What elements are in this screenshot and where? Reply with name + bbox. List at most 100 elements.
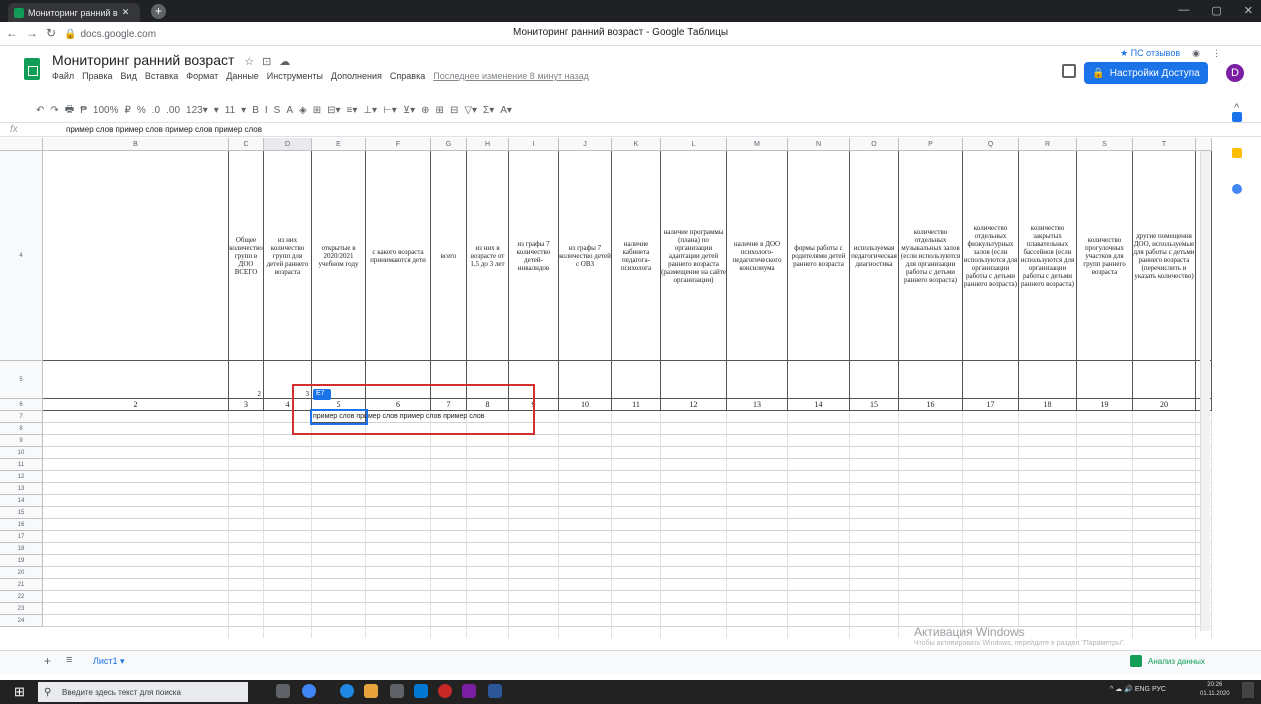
column-number-cell[interactable]: 16 xyxy=(899,399,963,411)
calendar-icon[interactable] xyxy=(1232,112,1242,122)
empty-cell[interactable] xyxy=(899,435,963,447)
column-number-cell[interactable]: 15 xyxy=(850,399,899,411)
empty-cell[interactable] xyxy=(366,603,431,615)
empty-cell[interactable] xyxy=(366,435,431,447)
empty-cell[interactable] xyxy=(727,615,788,627)
toolbar-item[interactable]: ⊕ xyxy=(421,105,429,116)
column-header[interactable]: N xyxy=(788,138,850,151)
empty-cell[interactable] xyxy=(1077,519,1133,531)
row-header[interactable]: 16 xyxy=(0,519,43,531)
empty-cell[interactable] xyxy=(788,447,850,459)
empty-cell[interactable] xyxy=(467,471,509,483)
empty-cell[interactable] xyxy=(366,507,431,519)
empty-cell[interactable] xyxy=(727,495,788,507)
empty-cell[interactable] xyxy=(43,411,229,423)
empty-cell[interactable] xyxy=(727,483,788,495)
empty-cell[interactable] xyxy=(467,495,509,507)
column-header[interactable]: L xyxy=(661,138,727,151)
empty-cell[interactable] xyxy=(727,603,788,615)
column-number-cell[interactable]: 2 xyxy=(43,399,229,411)
empty-cell[interactable] xyxy=(788,615,850,627)
empty-cell[interactable] xyxy=(850,411,899,423)
toolbar-item[interactable]: ₱ xyxy=(80,105,87,116)
formula-input[interactable]: пример слов пример слов пример слов прим… xyxy=(66,125,262,134)
data-cell[interactable]: 2 xyxy=(229,361,264,399)
empty-cell[interactable] xyxy=(963,543,1019,555)
empty-cell[interactable] xyxy=(1077,423,1133,435)
empty-cell[interactable] xyxy=(312,555,366,567)
empty-cell[interactable] xyxy=(509,471,559,483)
vertical-scrollbar[interactable] xyxy=(1200,151,1210,631)
empty-cell[interactable] xyxy=(727,519,788,531)
empty-cell[interactable] xyxy=(850,627,899,638)
empty-cell[interactable] xyxy=(612,471,661,483)
empty-cell[interactable] xyxy=(1133,411,1196,423)
empty-cell[interactable] xyxy=(312,483,366,495)
empty-cell[interactable] xyxy=(509,543,559,555)
empty-cell[interactable] xyxy=(509,519,559,531)
empty-cell[interactable] xyxy=(559,435,612,447)
header-cell[interactable] xyxy=(43,151,229,361)
header-cell[interactable]: формы работы с родителями детей раннего … xyxy=(788,151,850,361)
empty-cell[interactable] xyxy=(264,543,312,555)
column-header[interactable]: Q xyxy=(963,138,1019,151)
empty-cell[interactable] xyxy=(509,567,559,579)
empty-cell[interactable] xyxy=(312,591,366,603)
toolbar-item[interactable]: 🖶 xyxy=(65,102,74,119)
empty-cell[interactable] xyxy=(850,567,899,579)
empty-cell[interactable] xyxy=(788,459,850,471)
empty-cell[interactable] xyxy=(431,447,467,459)
empty-cell[interactable] xyxy=(1133,591,1196,603)
empty-cell[interactable] xyxy=(1133,483,1196,495)
empty-cell[interactable] xyxy=(431,555,467,567)
column-header[interactable]: M xyxy=(727,138,788,151)
empty-cell[interactable] xyxy=(559,555,612,567)
toolbar-item[interactable]: .0 xyxy=(152,105,160,116)
empty-cell[interactable] xyxy=(850,483,899,495)
empty-cell[interactable] xyxy=(559,591,612,603)
header-cell[interactable]: с какого возраста принимаются дети xyxy=(366,151,431,361)
empty-cell[interactable] xyxy=(467,507,509,519)
document-title[interactable]: Мониторинг ранний возраст ☆ ⊡ ☁ xyxy=(52,52,290,68)
empty-cell[interactable] xyxy=(431,543,467,555)
empty-cell[interactable] xyxy=(899,507,963,519)
extension-icon[interactable]: ◉ xyxy=(1192,48,1200,59)
empty-cell[interactable] xyxy=(264,567,312,579)
empty-cell[interactable] xyxy=(559,543,612,555)
empty-cell[interactable] xyxy=(366,471,431,483)
system-tray[interactable]: ^ ☁ 🔊 ENG РУС xyxy=(1110,685,1166,693)
empty-cell[interactable] xyxy=(559,579,612,591)
empty-cell[interactable] xyxy=(963,531,1019,543)
empty-cell[interactable] xyxy=(788,495,850,507)
header-cell[interactable]: наличие программы (плана) по организации… xyxy=(661,151,727,361)
select-all-corner[interactable] xyxy=(0,138,43,151)
bookmark-extension[interactable]: ★ ПС отзывов xyxy=(1120,48,1180,59)
empty-cell[interactable] xyxy=(229,615,264,627)
browser-tab[interactable]: Мониторинг ранний в ✕ xyxy=(8,3,140,22)
menu-file[interactable]: Файл xyxy=(52,71,74,81)
empty-cell[interactable] xyxy=(1077,627,1133,638)
empty-cell[interactable] xyxy=(612,483,661,495)
toolbar-item[interactable]: ▾ xyxy=(214,105,219,116)
empty-cell[interactable] xyxy=(963,447,1019,459)
empty-cell[interactable] xyxy=(229,555,264,567)
empty-cell[interactable] xyxy=(509,483,559,495)
column-header[interactable]: F xyxy=(366,138,431,151)
last-edit-link[interactable]: Последнее изменение 8 минут назад xyxy=(433,71,589,81)
empty-cell[interactable] xyxy=(1019,579,1077,591)
empty-cell[interactable] xyxy=(727,591,788,603)
toolbar-item[interactable]: 123▾ xyxy=(186,105,208,116)
empty-cell[interactable] xyxy=(1077,579,1133,591)
column-number-cell[interactable]: 19 xyxy=(1077,399,1133,411)
empty-cell[interactable] xyxy=(1133,615,1196,627)
keep-icon[interactable] xyxy=(1232,148,1242,158)
empty-cell[interactable] xyxy=(509,591,559,603)
empty-cell[interactable] xyxy=(788,531,850,543)
row-header[interactable]: 11 xyxy=(0,459,43,471)
empty-cell[interactable] xyxy=(727,471,788,483)
empty-cell[interactable] xyxy=(963,483,1019,495)
empty-cell[interactable] xyxy=(899,579,963,591)
toolbar-item[interactable]: ≡▾ xyxy=(346,105,357,116)
empty-cell[interactable] xyxy=(788,423,850,435)
empty-cell[interactable] xyxy=(229,447,264,459)
